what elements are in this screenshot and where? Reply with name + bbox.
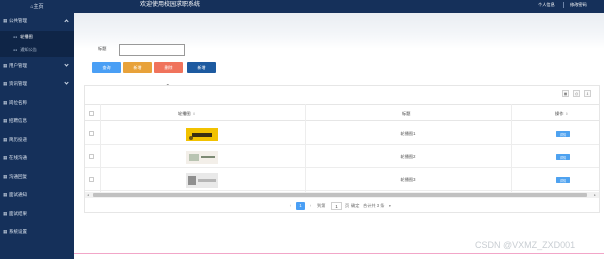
add-secondary-button[interactable]: 新增: [187, 62, 216, 73]
sidebar-item-label: 资讯管理: [9, 81, 27, 87]
total-count: 合计共 3 条: [363, 203, 385, 208]
sidebar-item-news[interactable]: ▦ 资讯管理: [0, 75, 74, 94]
watermark: CSDN @VXMZ_ZXD001: [475, 240, 576, 250]
sidebar-item-interview-result[interactable]: ▦ 面试结果: [0, 205, 74, 224]
prev-page-button[interactable]: ‹: [287, 202, 294, 210]
detail-button[interactable]: 详情: [556, 154, 570, 160]
next-page-button[interactable]: ›: [307, 202, 314, 210]
carousel-thumbnail-2: [186, 151, 218, 164]
grid-icon[interactable]: ▦: [562, 90, 569, 97]
row-checkbox[interactable]: [89, 177, 94, 182]
change-password-link[interactable]: 修改密码: [570, 0, 587, 10]
header-divider: [563, 2, 564, 8]
delete-button[interactable]: 删除: [154, 62, 183, 73]
sidebar-item-settings[interactable]: ▦ 系统设置: [0, 223, 74, 242]
chevron-down-icon: [64, 80, 69, 85]
sidebar-item-positions[interactable]: ▦ 岗位名称: [0, 94, 74, 113]
sidebar-item-label: 招聘信息: [9, 118, 27, 124]
goto-confirm-button[interactable]: 确定: [351, 202, 359, 210]
sidebar-item-label: 在线沟通: [9, 155, 27, 161]
sidebar-item-label: 岗位名称: [9, 99, 27, 105]
sidebar-item-public[interactable]: ▦ 公共管理: [0, 12, 74, 31]
query-button[interactable]: 查询: [92, 62, 121, 73]
export-icon[interactable]: ⇩: [584, 90, 591, 97]
sidebar: ⌂主页 ▦ 公共管理 ●● 轮播图 ●● 通知公告 ▦ 用户管理 ▦ 资讯管理 …: [0, 0, 74, 259]
profile-link[interactable]: 个人信息: [538, 0, 555, 10]
bottom-accent-line: [74, 253, 604, 254]
sidebar-item-label: 系统设置: [9, 229, 27, 235]
row-title: 轮播图3: [400, 177, 416, 182]
scroll-right-icon[interactable]: ▸: [593, 193, 597, 197]
detail-button[interactable]: 详情: [556, 131, 570, 137]
column-header-actions[interactable]: 操作 ⇕: [555, 105, 568, 123]
sidebar-item-interview-notice[interactable]: ▦ 面试通知: [0, 186, 74, 205]
current-page[interactable]: 1: [296, 202, 305, 210]
sidebar-subitem-label: 通知公告: [20, 47, 37, 52]
page-size-dropdown-icon[interactable]: ▾: [389, 202, 391, 210]
row-checkbox[interactable]: [89, 131, 94, 136]
column-header-title: 标题: [402, 111, 411, 116]
horizontal-scrollbar[interactable]: ◂ ▸: [85, 192, 599, 198]
sidebar-item-recruitment[interactable]: ▦ 招聘信息: [0, 112, 74, 131]
sidebar-subitem-label: 轮播图: [20, 34, 33, 39]
search-label: 标题: [98, 46, 107, 51]
row-checkbox[interactable]: [89, 154, 94, 159]
sidebar-item-label: 沟通回复: [9, 173, 27, 179]
top-header: 欢迎使用校园求职系统 个人信息 修改密码: [74, 0, 604, 13]
page-title: 欢迎使用校园求职系统: [140, 2, 201, 8]
sidebar-subitem-carousel[interactable]: ●● 轮播图: [0, 30, 74, 44]
chevron-up-icon: [64, 19, 69, 24]
sort-icon: ⇕: [565, 112, 569, 116]
carousel-thumbnail-1: [186, 128, 218, 141]
sidebar-item-label: 简历投递: [9, 136, 27, 142]
title-search-input[interactable]: [119, 44, 185, 56]
select-all-checkbox[interactable]: [89, 111, 94, 116]
home-label: ⌂主页: [30, 3, 44, 10]
chevron-down-icon: [64, 61, 69, 67]
goto-page-input[interactable]: 1: [331, 202, 342, 210]
sidebar-home[interactable]: ⌂主页: [0, 0, 74, 12]
sort-icon: ⇕: [192, 112, 196, 116]
goto-label: 到第: [317, 203, 326, 208]
add-button[interactable]: 新增: [123, 62, 152, 73]
table-header: 轮播图 ⇕ 标题 操作 ⇕: [85, 104, 599, 121]
sidebar-subitem-notice[interactable]: ●● 通知公告: [0, 43, 74, 57]
scroll-left-icon[interactable]: ◂: [86, 193, 90, 197]
carousel-thumbnail-3: [186, 173, 218, 188]
dot-icon: ●●: [13, 48, 18, 52]
sidebar-item-label: 面试结果: [9, 210, 27, 216]
sidebar-item-resume[interactable]: ▦ 简历投递: [0, 131, 74, 150]
row-title: 轮播图2: [400, 154, 416, 159]
detail-button[interactable]: 详情: [556, 177, 570, 183]
sidebar-item-chat[interactable]: ▦ 在线沟通: [0, 149, 74, 168]
sidebar-item-label: 用户管理: [9, 62, 27, 68]
page-unit-label: 页: [345, 203, 350, 208]
scrollbar-thumb[interactable]: [93, 193, 587, 197]
sidebar-item-users[interactable]: ▦ 用户管理: [0, 57, 74, 76]
column-header-carousel[interactable]: 轮播图 ⇕: [178, 105, 195, 123]
sidebar-item-reply[interactable]: ▦ 沟通回复: [0, 168, 74, 187]
row-title: 轮播图1: [400, 131, 416, 136]
sidebar-item-label: 面试通知: [9, 192, 27, 198]
print-icon[interactable]: ⎙: [573, 90, 580, 97]
sidebar-item-label: 公共管理: [9, 18, 27, 24]
dot-icon: ●●: [13, 35, 18, 39]
